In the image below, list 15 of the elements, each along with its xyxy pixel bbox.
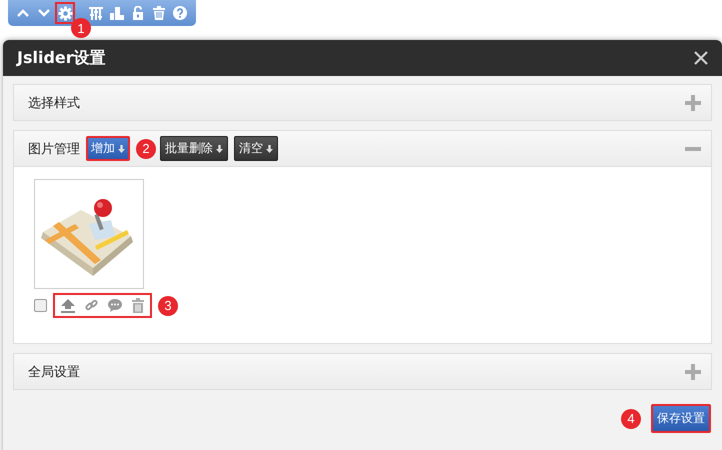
section-title: 全局设置 [28, 364, 80, 380]
section-header[interactable]: 图片管理 增加 2 批量删除 清空 [14, 131, 711, 166]
callout-badge: 2 [136, 138, 156, 158]
section-header[interactable]: 选择样式 [14, 85, 711, 120]
callout-badge: 3 [158, 296, 178, 316]
section-header[interactable]: 全局设置 [14, 354, 711, 389]
dialog-title: Jslider设置 [17, 48, 106, 68]
callout-badge: 4 [621, 408, 641, 428]
dropdown-button[interactable]: 清空 [234, 136, 278, 161]
section-title: 图片管理 [28, 140, 80, 158]
dropdown-button[interactable]: 批量删除 [160, 136, 228, 161]
dropdown-button[interactable]: 增加 [86, 136, 130, 161]
section-title: 选择样式 [28, 94, 80, 112]
save-button[interactable]: 保存设置 [651, 404, 711, 433]
callout-badge: 1 [71, 18, 91, 38]
